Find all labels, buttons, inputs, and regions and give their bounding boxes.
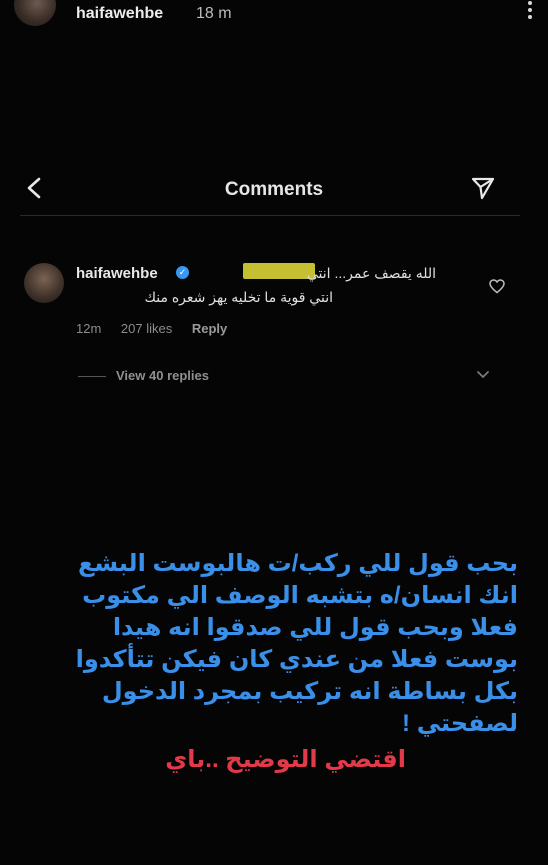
overlay-line: لصفحتي ! <box>402 710 518 737</box>
avatar[interactable] <box>24 263 64 303</box>
heart-icon[interactable] <box>489 279 505 294</box>
overlay-line: فعلا وبحب قول للي صدقوا انه هيدا <box>112 614 518 641</box>
overlay-line: بحب قول للي ركب/ت هالبوست البشع <box>77 550 518 577</box>
view-replies-button[interactable]: View 40 replies <box>76 368 496 386</box>
verified-badge-icon: ✓ <box>176 266 189 279</box>
page-title: Comments <box>224 179 324 200</box>
highlight-mark <box>243 263 315 279</box>
overlay-line: انك انسان/ه بتشبه الوصف الي مكتوب <box>82 582 518 609</box>
comment-username[interactable]: haifawehbe <box>76 265 158 282</box>
comment-meta: 12m 207 likes Reply <box>76 321 243 336</box>
overlay-line: بكل بساطة انه تركيب بمجرد الدخول <box>101 678 518 705</box>
more-icon[interactable] <box>526 0 534 22</box>
comment-text-line2: انتي قوية ما تخليه يهز شعره منك <box>144 289 333 305</box>
send-icon[interactable] <box>470 175 496 201</box>
replies-line <box>78 376 106 377</box>
story-time: 18 m <box>196 5 232 22</box>
story-header: haifawehbe 18 m <box>0 0 548 40</box>
comment-text-line1: الله يقصف عمر... انتي <box>306 265 436 281</box>
comments-nav-bar: Comments <box>0 162 548 214</box>
divider <box>20 215 520 216</box>
overlay-closing-line: اقتضي التوضيح ..باي <box>165 746 406 773</box>
comment-likes[interactable]: 207 likes <box>121 321 172 336</box>
story-text-overlay: بحب قول للي ركب/ت هالبوست البشع انك انسا… <box>22 548 518 776</box>
story-avatar[interactable] <box>14 0 56 26</box>
view-replies-label: View 40 replies <box>116 368 209 383</box>
reply-button[interactable]: Reply <box>192 321 227 336</box>
overlay-line: بوست فعلا من عندي كان فيكن تتأكدوا <box>75 646 518 673</box>
comment-item: haifawehbe ✓ الله يقصف عمر... انتي انتي … <box>0 255 548 395</box>
story-username[interactable]: haifawehbe <box>76 5 163 23</box>
comment-time: 12m <box>76 321 102 336</box>
chevron-down-icon[interactable] <box>476 370 490 380</box>
